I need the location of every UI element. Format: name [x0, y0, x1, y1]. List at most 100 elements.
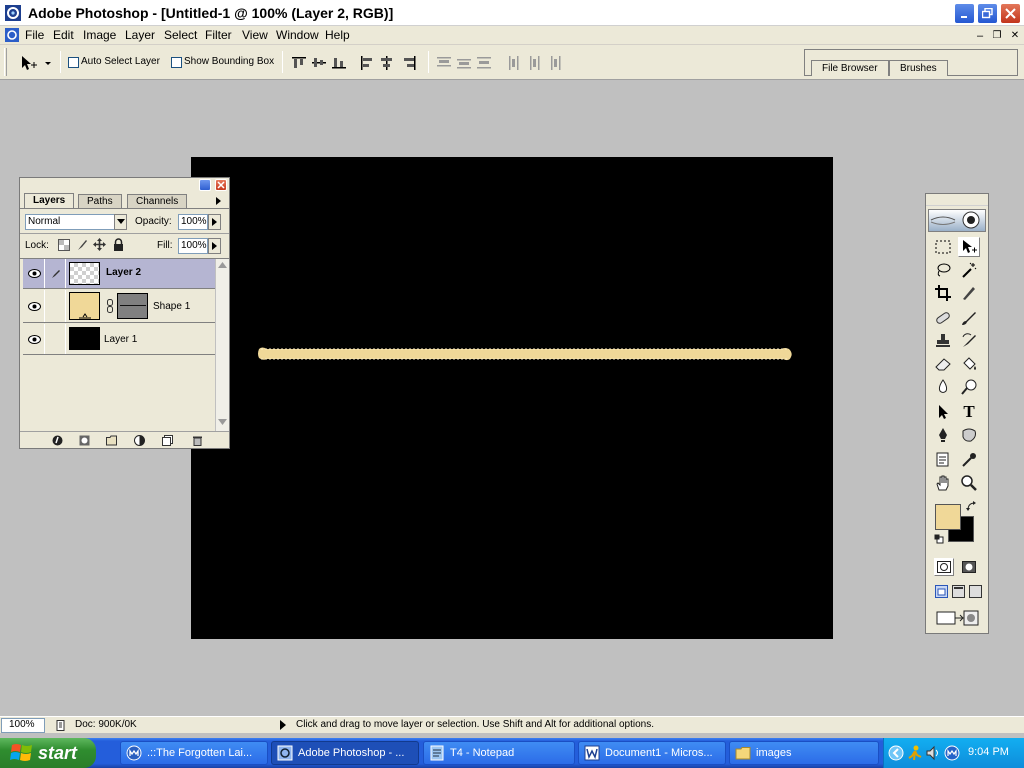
- path-selection-tool[interactable]: [932, 402, 954, 422]
- taskbar-item-images-folder[interactable]: images: [729, 741, 879, 765]
- history-brush-tool[interactable]: [958, 331, 980, 351]
- photoshop-app-icon[interactable]: [4, 4, 22, 22]
- magic-wand-tool[interactable]: [958, 260, 980, 280]
- status-menu-arrow-icon[interactable]: [279, 720, 287, 730]
- adobe-online-button[interactable]: [928, 209, 986, 232]
- swap-colors-icon[interactable]: [966, 501, 977, 512]
- taskbar-item-browser[interactable]: .::The Forgotten Lai...: [120, 741, 268, 765]
- palette-close-button[interactable]: [215, 179, 227, 191]
- fill-field[interactable]: 100%: [178, 238, 208, 254]
- standard-mode-button[interactable]: [934, 558, 954, 576]
- menu-select[interactable]: Select: [164, 28, 197, 42]
- doc-restore-button[interactable]: ❐: [990, 29, 1004, 42]
- zoom-level-field[interactable]: 100%: [1, 718, 45, 733]
- marquee-tool[interactable]: [932, 237, 954, 257]
- align-top-edges-icon[interactable]: [292, 56, 352, 70]
- hand-tool[interactable]: [932, 473, 954, 493]
- menu-edit[interactable]: Edit: [53, 28, 74, 42]
- dodge-tool[interactable]: [958, 377, 980, 397]
- taskbar-item-notepad[interactable]: T4 - Notepad: [423, 741, 575, 765]
- menu-file[interactable]: File: [25, 28, 44, 42]
- new-layer-set-icon[interactable]: [106, 435, 117, 446]
- menu-view[interactable]: View: [242, 28, 268, 42]
- layers-scrollbar[interactable]: [215, 259, 229, 431]
- layer-row-layer-2[interactable]: Layer 2: [23, 259, 215, 289]
- layer-row-shape-1[interactable]: Shape 1: [23, 290, 215, 323]
- lock-all-icon[interactable]: [113, 238, 124, 251]
- start-button[interactable]: start: [0, 738, 96, 768]
- clone-stamp-tool[interactable]: [932, 331, 954, 351]
- layer-link-cell[interactable]: [46, 290, 66, 322]
- tool-preset-picker[interactable]: [18, 53, 56, 73]
- scroll-down-icon[interactable]: [218, 419, 227, 425]
- healing-brush-tool[interactable]: [932, 308, 954, 328]
- custom-shape-tool[interactable]: [958, 425, 980, 445]
- lock-transparency-icon[interactable]: [58, 239, 70, 251]
- blur-tool[interactable]: [932, 377, 954, 397]
- notes-tool[interactable]: [932, 450, 954, 470]
- document-canvas[interactable]: [191, 157, 833, 639]
- layer-brush-indicator[interactable]: [46, 259, 66, 288]
- close-button[interactable]: [1000, 3, 1021, 24]
- tab-channels[interactable]: Channels: [127, 194, 188, 208]
- jump-to-imageready-icon[interactable]: [936, 608, 980, 628]
- lock-pixels-icon[interactable]: [76, 239, 88, 251]
- slice-tool[interactable]: [958, 283, 980, 303]
- palette-menu-arrow-icon[interactable]: [213, 196, 223, 206]
- taskbar-item-photoshop[interactable]: Adobe Photoshop - ...: [271, 741, 419, 765]
- messenger-runner-icon[interactable]: [908, 745, 922, 761]
- layers-palette[interactable]: Layers Paths Channels Normal Opacity: 10…: [19, 177, 230, 449]
- add-mask-icon[interactable]: [79, 435, 90, 446]
- chain-link-icon[interactable]: [107, 299, 113, 313]
- menu-filter[interactable]: Filter: [205, 28, 232, 42]
- layer-visibility-toggle[interactable]: [25, 259, 45, 288]
- minimize-button[interactable]: [954, 3, 975, 24]
- lasso-tool[interactable]: [932, 260, 954, 280]
- new-layer-icon[interactable]: [162, 435, 173, 446]
- type-tool[interactable]: T: [958, 402, 980, 422]
- paint-bucket-tool[interactable]: [958, 354, 980, 374]
- tray-collapse-chevron-icon[interactable]: [888, 745, 904, 761]
- opacity-slider-button[interactable]: [208, 214, 221, 230]
- tab-brushes[interactable]: Brushes: [889, 60, 948, 76]
- blend-mode-dropdown-button[interactable]: [114, 214, 127, 230]
- layer-visibility-toggle[interactable]: [25, 324, 45, 354]
- palette-title-bar[interactable]: [20, 178, 229, 191]
- lock-position-icon[interactable]: [93, 238, 106, 251]
- full-screen-mode-icon[interactable]: [969, 585, 982, 598]
- blend-mode-select[interactable]: Normal: [25, 214, 127, 230]
- foreground-color-swatch[interactable]: [935, 504, 961, 530]
- move-tool[interactable]: [958, 237, 980, 257]
- new-adjustment-layer-icon[interactable]: [134, 435, 145, 446]
- document-icon[interactable]: [4, 27, 20, 43]
- auto-select-layer-checkbox[interactable]: [68, 57, 79, 68]
- layer-row-layer-1[interactable]: Layer 1: [23, 324, 215, 355]
- brush-tool[interactable]: [958, 308, 980, 328]
- layer-name[interactable]: Layer 1: [104, 334, 137, 345]
- toolbox-title-bar[interactable]: [926, 194, 988, 206]
- msn-messenger-icon[interactable]: [944, 745, 960, 761]
- fill-slider-button[interactable]: [208, 238, 221, 254]
- standard-screen-mode-icon[interactable]: [935, 585, 948, 598]
- zoom-tool[interactable]: [958, 473, 980, 493]
- doc-close-button[interactable]: ✕: [1008, 29, 1022, 42]
- eyedropper-tool[interactable]: [958, 450, 980, 470]
- tab-layers[interactable]: Layers: [24, 193, 75, 208]
- layer-link-cell[interactable]: [46, 324, 66, 354]
- show-bounding-box-checkbox[interactable]: [171, 57, 182, 68]
- default-colors-icon[interactable]: [934, 534, 944, 544]
- pen-tool[interactable]: [932, 425, 954, 445]
- scroll-up-icon[interactable]: [218, 262, 227, 268]
- menu-image[interactable]: Image: [83, 28, 116, 42]
- add-layer-style-icon[interactable]: [52, 435, 63, 446]
- document-info-icon[interactable]: [56, 720, 66, 731]
- eraser-tool[interactable]: [932, 354, 954, 374]
- tab-paths[interactable]: Paths: [78, 194, 122, 208]
- quick-mask-mode-button[interactable]: [959, 558, 979, 576]
- crop-tool[interactable]: [932, 283, 954, 303]
- taskbar-item-word[interactable]: Document1 - Micros...: [578, 741, 726, 765]
- menu-help[interactable]: Help: [325, 28, 350, 42]
- delete-layer-icon[interactable]: [192, 435, 203, 446]
- doc-minimize-button[interactable]: –: [973, 29, 987, 42]
- layer-name[interactable]: Shape 1: [153, 301, 190, 312]
